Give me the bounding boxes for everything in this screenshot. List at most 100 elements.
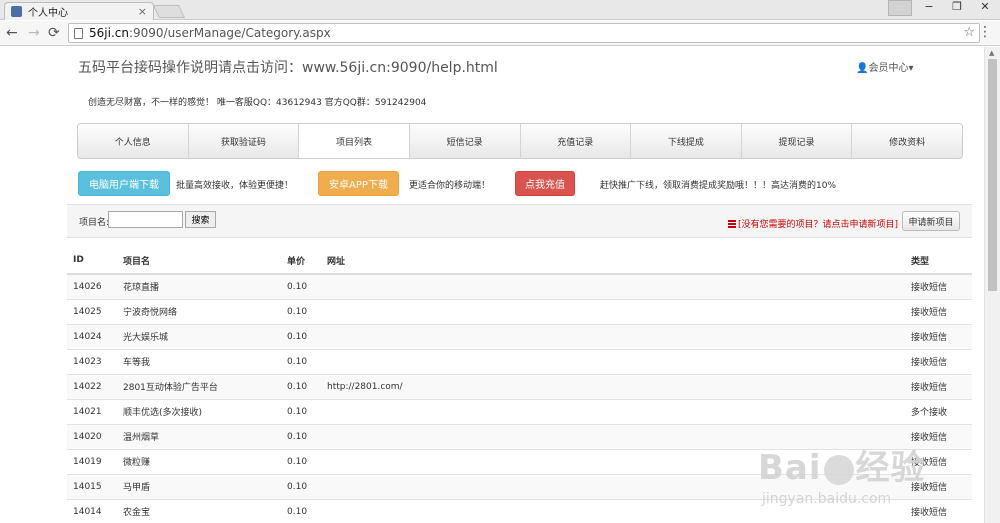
cell-id: 14019: [67, 448, 117, 474]
new-tab-button[interactable]: [152, 5, 186, 18]
table-row[interactable]: 14026 花琼直播 0.10 接收短信: [67, 273, 972, 299]
project-name-label: 项目名:: [79, 218, 110, 228]
list-icon: [728, 219, 736, 228]
cell-price: 0.10: [281, 298, 321, 324]
table-header-row: ID 项目名 单价 网址 类型: [67, 247, 972, 275]
apply-project-link[interactable]: [没有您需要的项目？请点击申请新项目]: [728, 217, 898, 230]
cell-price: 0.10: [281, 423, 321, 449]
back-arrow-icon[interactable]: ←: [6, 25, 18, 41]
cell-price: 0.10: [281, 498, 321, 523]
nav-item-commission[interactable]: 下线提成: [631, 124, 742, 158]
cell-name: 马甲盾: [117, 473, 281, 499]
cell-id: 14020: [67, 423, 117, 449]
nav-item-edit-profile[interactable]: 修改资料: [852, 124, 962, 158]
tab-close-icon[interactable]: ×: [138, 5, 147, 18]
cell-type: 接收短信: [905, 423, 972, 449]
cell-price: 0.10: [281, 398, 321, 424]
nav-item-sms-records[interactable]: 短信记录: [410, 124, 521, 158]
table-row[interactable]: 14014 农金宝 0.10 接收短信: [67, 498, 972, 523]
cell-type: 接收短信: [905, 273, 972, 299]
page-title[interactable]: 五码平台接码操作说明请点击访问：www.56ji.cn:9090/help.ht…: [78, 57, 498, 77]
browser-menu-icon[interactable]: ⋮: [978, 24, 992, 40]
cell-type: 接收短信: [905, 473, 972, 499]
nav-item-get-code[interactable]: 获取验证码: [189, 124, 300, 158]
col-header-url: 网址: [321, 247, 905, 275]
project-table: ID 项目名 单价 网址 类型 14026 花琼直播 0.10 接收短信 14025 宁…: [67, 247, 972, 523]
close-window-button[interactable]: ✕: [972, 0, 998, 16]
nav-item-withdraw-records[interactable]: 提现记录: [742, 124, 853, 158]
bookmark-star-icon[interactable]: ☆: [963, 25, 975, 40]
cell-url: [321, 298, 905, 324]
cell-id: 14014: [67, 498, 117, 523]
table-row[interactable]: 14023 车等我 0.10 接收短信: [67, 348, 972, 374]
table-row[interactable]: 14019 微粒赚 0.10 接收短信: [67, 448, 972, 474]
nav-item-project-list[interactable]: 项目列表: [299, 124, 410, 158]
recharge-button[interactable]: 点我充值: [515, 171, 575, 196]
user-icon: 👤: [856, 63, 869, 74]
cell-id: 14024: [67, 323, 117, 349]
cell-type: 接收短信: [905, 298, 972, 324]
table-row[interactable]: 14024 光大娱乐城 0.10 接收短信: [67, 323, 972, 349]
cell-url[interactable]: http://2801.com/: [321, 373, 905, 399]
project-name-input[interactable]: [108, 211, 183, 228]
cell-id: 14025: [67, 298, 117, 324]
cell-price: 0.10: [281, 448, 321, 474]
referral-promo-text: 赶快推广下线，领取消费提成奖励哦！！！高达消费的10%: [600, 181, 837, 191]
col-header-id: ID: [67, 247, 117, 275]
caret-down-icon: ▾: [908, 63, 914, 74]
apply-new-project-button[interactable]: 申请新项目: [902, 211, 960, 231]
col-header-name: 项目名: [117, 247, 281, 275]
cell-price: 0.10: [281, 348, 321, 374]
cell-id: 14021: [67, 398, 117, 424]
search-button[interactable]: 搜索: [185, 211, 216, 228]
cell-name: 微粒赚: [117, 448, 281, 474]
page-scrollbar[interactable]: ▲: [984, 47, 1000, 523]
table-row[interactable]: 14022 2801互动体验广告平台 0.10 http://2801.com/接收短…: [67, 373, 972, 399]
cell-id: 14026: [67, 273, 117, 299]
cell-price: 0.10: [281, 323, 321, 349]
cell-type: 接收短信: [905, 323, 972, 349]
cell-id: 14023: [67, 348, 117, 374]
page-icon: [74, 28, 83, 39]
android-app-download-button[interactable]: 安卓APP下载: [318, 171, 399, 196]
cell-name: 顺丰优选(多次接收): [117, 398, 281, 424]
cell-url: [321, 273, 905, 299]
col-header-price: 单价: [281, 247, 321, 275]
browser-tab[interactable]: 个人中心 ×: [4, 2, 154, 20]
cell-price: 0.10: [281, 273, 321, 299]
url-input[interactable]: 56ji.cn:9090/userManage/Category.aspx ☆: [68, 23, 980, 43]
cell-name: 温州烟草: [117, 423, 281, 449]
cell-type: 接收短信: [905, 498, 972, 523]
pc-download-button[interactable]: 电脑用户端下载: [78, 171, 170, 196]
member-center-dropdown[interactable]: 👤会员中心▾: [856, 59, 913, 74]
profile-button[interactable]: [888, 0, 912, 16]
cell-name: 光大娱乐城: [117, 323, 281, 349]
scrollbar-thumb[interactable]: [988, 59, 997, 291]
table-row[interactable]: 14015 马甲盾 0.10 接收短信: [67, 473, 972, 499]
cell-price: 0.10: [281, 473, 321, 499]
col-header-type: 类型: [905, 247, 972, 275]
cell-url: [321, 473, 905, 499]
reload-icon[interactable]: ⟳: [48, 25, 60, 41]
nav-item-recharge-records[interactable]: 充值记录: [521, 124, 632, 158]
cell-id: 14015: [67, 473, 117, 499]
address-bar-row: ← → ⟳ 56ji.cn:9090/userManage/Category.a…: [0, 21, 1000, 46]
page-viewport: 五码平台接码操作说明请点击访问：www.56ji.cn:9090/help.ht…: [0, 47, 1000, 523]
restore-button[interactable]: ❐: [944, 0, 970, 16]
table-row[interactable]: 14020 温州烟草 0.10 接收短信: [67, 423, 972, 449]
forward-arrow-icon[interactable]: →: [28, 25, 40, 41]
url-text: 56ji.cn:9090/userManage/Category.aspx: [89, 26, 331, 40]
cell-url: [321, 448, 905, 474]
table-row[interactable]: 14025 宁波奇悦网络 0.10 接收短信: [67, 298, 972, 324]
minimize-button[interactable]: −: [916, 0, 942, 16]
table-row[interactable]: 14021 顺丰优选(多次接收) 0.10 多个接收: [67, 398, 972, 424]
slogan: 创造无尽财富，不一样的感觉！ 唯一客服QQ：43612943 官方QQ群：591…: [88, 98, 427, 108]
browser-tab-strip: 个人中心 × − ❐ ✕: [0, 0, 1000, 20]
main-nav: 个人信息 获取验证码 项目列表 短信记录 充值记录 下线提成 提现记录 修改资料: [77, 123, 963, 159]
cell-type: 接收短信: [905, 448, 972, 474]
nav-item-profile[interactable]: 个人信息: [78, 124, 189, 158]
cell-url: [321, 423, 905, 449]
cell-id: 14022: [67, 373, 117, 399]
scroll-up-arrow-icon[interactable]: ▲: [989, 49, 994, 57]
cell-name: 车等我: [117, 348, 281, 374]
